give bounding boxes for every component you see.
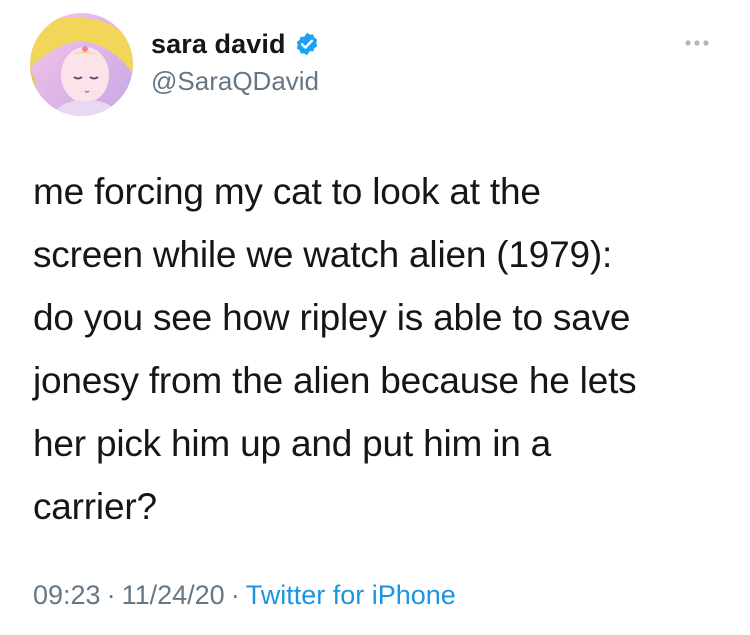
separator: · xyxy=(230,580,240,610)
tweet-text-line: me forcing my cat to look at the xyxy=(33,171,541,212)
more-options-icon[interactable] xyxy=(678,36,718,50)
tweet-text: me forcing my cat to look at the screen … xyxy=(33,160,723,538)
verified-badge-icon xyxy=(294,31,320,57)
tweet-text-line: screen while we watch alien (1979): xyxy=(33,234,613,275)
avatar[interactable] xyxy=(30,13,133,116)
anime-girl-avatar-icon xyxy=(30,13,133,116)
tweet-date[interactable]: 11/24/20 xyxy=(122,580,225,610)
tweet-metadata: 09:23 · 11/24/20 · Twitter for iPhone xyxy=(33,580,456,611)
author-names: sara david @SaraQDavid xyxy=(151,28,320,97)
display-name[interactable]: sara david xyxy=(151,29,286,60)
separator: · xyxy=(106,580,116,610)
tweet-text-line: her pick him up and put him in a xyxy=(33,423,552,464)
tweet-text-line: jonesy from the alien because he lets xyxy=(33,360,637,401)
tweet-text-line: carrier? xyxy=(33,486,157,527)
tweet-card: sara david @SaraQDavid me forcing my cat… xyxy=(0,0,750,635)
user-handle[interactable]: @SaraQDavid xyxy=(151,66,320,97)
tweet-time[interactable]: 09:23 xyxy=(33,580,101,610)
tweet-text-line: do you see how ripley is able to save xyxy=(33,297,631,338)
tweet-source-link[interactable]: Twitter for iPhone xyxy=(246,580,456,610)
